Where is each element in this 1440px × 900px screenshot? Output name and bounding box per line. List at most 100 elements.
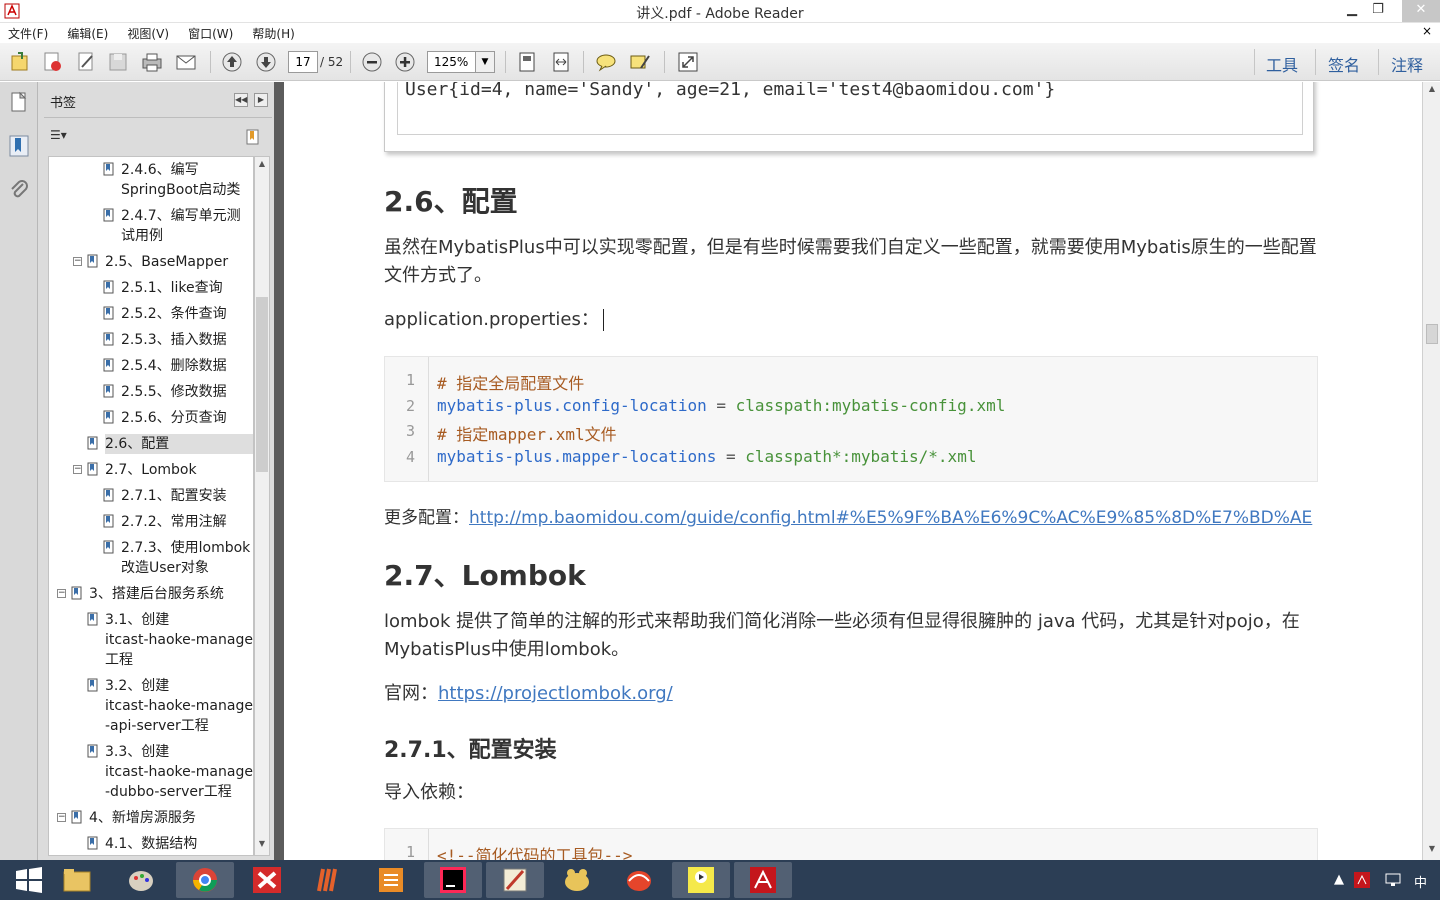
close-panel-button[interactable]: ▶	[254, 93, 268, 107]
app-red-shell-icon[interactable]	[610, 862, 668, 898]
bookmark-label: 3、搭建后台服务系统	[89, 586, 224, 602]
scroll-up-icon[interactable]: ▲	[255, 159, 269, 173]
bookmark-label: 4.1、数据结构	[105, 836, 198, 852]
bookmark-2-5-2[interactable]: 2.5.2、条件查询	[103, 304, 227, 324]
tray-expand-icon[interactable]: ▲	[1334, 872, 1344, 887]
page-thumbnails-icon[interactable]	[7, 90, 31, 114]
bookmark-icon	[87, 678, 99, 692]
bookmark-label-cont2: -dubbo-server工程	[105, 784, 232, 800]
collapse-toggle[interactable]: −	[73, 257, 82, 266]
create-pdf-icon[interactable]	[40, 50, 66, 74]
open-icon[interactable]	[8, 50, 34, 74]
bookmark-3-2[interactable]: 3.2、创建 itcast-haoke-manage -api-server工程	[87, 676, 253, 736]
bookmark-2-5-4[interactable]: 2.5.4、删除数据	[103, 356, 227, 376]
bookmark-2-7-3[interactable]: 2.7.3、使用lombok 改造User对象	[103, 538, 250, 578]
menu-view[interactable]: 视图(V)	[127, 24, 169, 44]
menu-help[interactable]: 帮助(H)	[252, 24, 294, 44]
collapse-toggle[interactable]: −	[57, 813, 66, 822]
tab-tools[interactable]: 工具	[1266, 52, 1298, 76]
bookmark-label: 2.7、Lombok	[105, 462, 197, 478]
official-site-link[interactable]: https://projectlombok.org/	[438, 683, 673, 704]
bookmark-icon	[103, 306, 115, 320]
edit-icon[interactable]	[74, 50, 100, 74]
zoom-out-icon[interactable]	[360, 50, 386, 74]
menu-file[interactable]: 文件(F)	[8, 24, 48, 44]
line-number: 1	[405, 371, 415, 389]
save-icon[interactable]	[106, 50, 132, 74]
fullscreen-icon[interactable]	[676, 50, 702, 74]
scroll-thumb[interactable]	[1426, 324, 1438, 344]
bookmark-label-cont: itcast-haoke-manage	[105, 632, 253, 648]
attachments-icon[interactable]	[7, 178, 31, 202]
print-icon[interactable]	[140, 50, 166, 74]
document-scrollbar[interactable]: ▲ ▼	[1422, 82, 1440, 860]
network-icon[interactable]	[1384, 872, 1402, 888]
menu-edit[interactable]: 编辑(E)	[67, 24, 108, 44]
bookmark-2-5[interactable]: − 2.5、BaseMapper	[73, 252, 228, 272]
bookmark-2-7-1[interactable]: 2.7.1、配置安装	[103, 486, 227, 506]
collapse-toggle[interactable]: −	[73, 465, 82, 474]
menu-window[interactable]: 窗口(W)	[188, 24, 233, 44]
previous-page-icon[interactable]	[220, 50, 246, 74]
app-yellow-icon[interactable]	[548, 862, 606, 898]
tab-comment[interactable]: 注释	[1391, 52, 1423, 76]
bookmark-3[interactable]: − 3、搭建后台服务系统	[57, 584, 224, 604]
paint-icon[interactable]	[112, 862, 170, 898]
maximize-button[interactable]: ❐	[1368, 0, 1388, 22]
bookmark-2-5-5[interactable]: 2.5.5、修改数据	[103, 382, 227, 402]
bookmark-3-3[interactable]: 3.3、创建 itcast-haoke-manage -dubbo-server工程	[87, 742, 253, 802]
app-stripes-icon[interactable]	[300, 862, 358, 898]
file-explorer-icon[interactable]	[48, 862, 106, 898]
scroll-down-icon[interactable]: ▼	[255, 839, 269, 853]
close-button[interactable]: ✕	[1402, 0, 1440, 22]
bookmarks-icon[interactable]	[7, 134, 31, 158]
bookmark-2-4-7[interactable]: 2.4.7、编写单元测 试用例	[103, 206, 241, 246]
document-close-button[interactable]: ×	[1422, 24, 1432, 38]
bookmark-2-5-1[interactable]: 2.5.1、like查询	[103, 278, 223, 298]
tab-sign[interactable]: 签名	[1328, 52, 1360, 76]
scroll-down-icon[interactable]: ▼	[1425, 844, 1439, 858]
minimize-button[interactable]: ▁	[1342, 0, 1362, 22]
bookmark-options-button[interactable]: ☰▾	[50, 128, 67, 142]
bookmark-2-7-2[interactable]: 2.7.2、常用注解	[103, 512, 227, 532]
bookmark-icon	[103, 332, 115, 346]
new-bookmark-icon[interactable]	[244, 128, 262, 146]
next-page-icon[interactable]	[254, 50, 280, 74]
highlight-icon[interactable]	[628, 50, 654, 74]
scroll-up-icon[interactable]: ▲	[1425, 84, 1439, 98]
tray-adobe-icon[interactable]	[1354, 872, 1370, 888]
collapse-toggle[interactable]: −	[57, 589, 66, 598]
bookmark-4-1[interactable]: 4.1、数据结构	[87, 834, 198, 854]
more-config-link[interactable]: http://mp.baomidou.com/guide/config.html…	[469, 508, 1312, 528]
player-icon[interactable]	[672, 862, 730, 898]
zoom-dropdown-icon[interactable]: ▼	[475, 51, 495, 73]
bookmark-2-5-3[interactable]: 2.5.3、插入数据	[103, 330, 227, 350]
comment-icon[interactable]	[594, 50, 620, 74]
bookmark-scrollbar[interactable]: ▲ ▼	[254, 156, 270, 856]
bookmark-3-1[interactable]: 3.1、创建 itcast-haoke-manage 工程	[87, 610, 253, 670]
bookmark-4[interactable]: − 4、新增房源服务	[57, 808, 196, 828]
zoom-in-icon[interactable]	[393, 50, 419, 74]
page-number-input[interactable]: 17	[288, 51, 318, 73]
official-site-line: 官网：https://projectlombok.org/	[384, 680, 1324, 708]
sublime-icon[interactable]	[362, 862, 420, 898]
line-number: 3	[405, 422, 415, 440]
ime-indicator[interactable]: 中	[1414, 872, 1427, 891]
fit-page-icon[interactable]	[515, 50, 541, 74]
collapse-panel-button[interactable]: ◀◀	[234, 93, 248, 107]
bookmark-2-4-6[interactable]: 2.4.6、编写 SpringBoot启动类	[103, 160, 241, 200]
adobe-reader-taskbar-icon[interactable]	[734, 862, 792, 898]
email-icon[interactable]	[174, 50, 200, 74]
intellij-icon[interactable]	[424, 862, 482, 898]
bookmark-2-5-6[interactable]: 2.5.6、分页查询	[103, 408, 227, 428]
bookmark-label-cont: itcast-haoke-manage	[105, 764, 253, 780]
notes-app-icon[interactable]	[486, 862, 544, 898]
bookmark-2-6[interactable]: 2.6、配置	[87, 434, 253, 454]
bookmark-2-7[interactable]: − 2.7、Lombok	[73, 460, 197, 480]
fit-width-icon[interactable]	[549, 50, 575, 74]
scroll-thumb[interactable]	[256, 297, 268, 472]
panel-splitter[interactable]	[274, 82, 284, 860]
chrome-icon[interactable]	[176, 862, 234, 898]
bookmark-label-cont: SpringBoot启动类	[121, 182, 241, 198]
xmind-icon[interactable]	[238, 862, 296, 898]
